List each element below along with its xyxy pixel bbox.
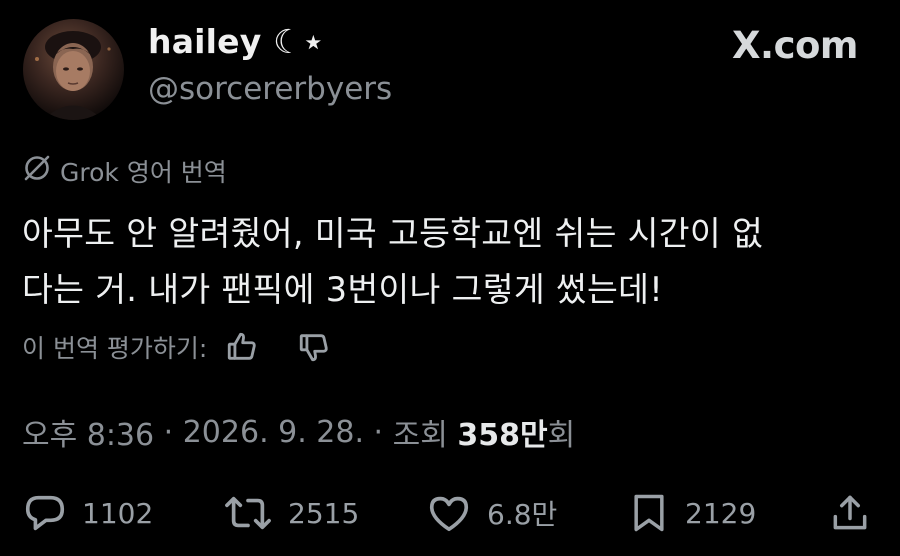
tweet-text-line: 아무도 안 알려줬어, 미국 고등학교엔 쉬는 시간이 없 (22, 214, 764, 253)
bookmark-icon (634, 494, 664, 532)
views-label: 조회 (392, 418, 448, 453)
bookmark-count: 2129 (685, 496, 757, 530)
heart-icon (429, 496, 469, 532)
repost-icon (225, 496, 271, 530)
grok-slash-icon (22, 153, 52, 189)
translation-label: Grok 영어 번역 (60, 158, 227, 187)
bookmark-button[interactable]: 2129 (627, 488, 756, 538)
translation-header[interactable]: Grok 영어 번역 (22, 154, 227, 188)
tweet-text: 아무도 안 알려줬어, 미국 고등학교엔 쉬는 시간이 없 다는 거. 내가 팬… (22, 206, 882, 318)
reply-icon (25, 495, 65, 531)
rate-translation-row: 이 번역 평가하기: (22, 330, 331, 364)
like-button[interactable]: 6.8만 (425, 488, 557, 538)
profile-photo (35, 31, 111, 120)
repost-count: 2515 (288, 496, 360, 530)
action-bar: 1102 2515 6.8만 2129 (0, 488, 900, 538)
thumbs-down-icon[interactable] (297, 330, 331, 364)
thumbs-up-icon[interactable] (225, 330, 259, 364)
reply-button[interactable]: 1102 (22, 488, 153, 538)
repost-button[interactable]: 2515 (222, 488, 359, 538)
avatar[interactable] (23, 19, 124, 120)
like-count: 6.8만 (487, 498, 558, 531)
brand-logo-text: X.com (732, 24, 859, 67)
views-suffix: 회 (547, 418, 576, 453)
separator-dot: · (154, 414, 183, 450)
views-count: 358만 (457, 418, 548, 453)
tweet-text-line: 다는 거. 내가 팬픽에 3번이나 그렇게 썼는데! (22, 270, 664, 309)
tweet-date[interactable]: 2026. 9. 28. (183, 415, 364, 450)
tweet-meta: 오후 8:36 · 2026. 9. 28. · 조회 358만 회 (22, 410, 576, 454)
author-display-name[interactable]: hailey ☾⋆ (148, 22, 324, 61)
tweet-time[interactable]: 오후 8:36 (22, 410, 154, 454)
author-handle[interactable]: @sorcererbyers (148, 71, 392, 107)
share-button[interactable] (828, 488, 872, 538)
reply-count: 1102 (82, 496, 154, 530)
share-icon (833, 495, 867, 530)
separator-dot: · (364, 414, 393, 450)
rate-translation-label: 이 번역 평가하기: (22, 334, 208, 363)
